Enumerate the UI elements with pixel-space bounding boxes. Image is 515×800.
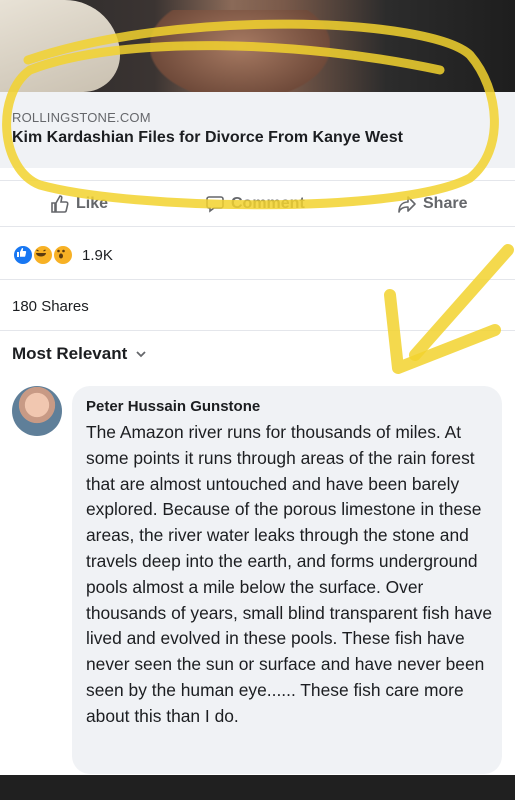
divider: [0, 226, 515, 227]
haha-icon: [32, 244, 54, 266]
link-domain: ROLLINGSTONE.COM: [12, 110, 151, 125]
arrow-head: [384, 289, 501, 374]
comment-icon: [206, 196, 224, 213]
image-fabric: [0, 0, 120, 92]
like-icon: [12, 244, 34, 266]
sort-label: Most Relevant: [12, 344, 128, 363]
reaction-count: 1.9K: [82, 246, 113, 264]
comment-button[interactable]: Comment: [205, 192, 305, 216]
share-button[interactable]: Share: [397, 192, 467, 216]
avatar[interactable]: [12, 386, 62, 436]
post-image[interactable]: [0, 0, 515, 92]
divider: [0, 330, 515, 331]
like-label: Like: [76, 195, 109, 212]
wow-icon: [52, 244, 74, 266]
image-subject: [150, 10, 330, 92]
link-headline[interactable]: Kim Kardashian Files for Divorce From Ka…: [12, 129, 403, 147]
thumbs-up-icon: [51, 195, 69, 213]
comment-text: The Amazon river runs for thousands of m…: [86, 422, 493, 726]
arrow-shaft: [409, 244, 514, 361]
comments-sort-dropdown[interactable]: Most Relevant: [12, 344, 147, 364]
comment-label: Comment: [231, 195, 305, 212]
share-icon: [398, 196, 416, 213]
bottom-bar: [0, 775, 515, 800]
divider: [0, 279, 515, 280]
like-button[interactable]: Like: [50, 192, 108, 216]
share-label: Share: [423, 195, 468, 212]
reactions-summary[interactable]: 1.9K: [12, 244, 113, 266]
comment-author[interactable]: Peter Hussain Gunstone: [86, 398, 260, 415]
chevron-down-icon: [136, 351, 146, 358]
shares-count[interactable]: 180 Shares: [12, 298, 89, 315]
